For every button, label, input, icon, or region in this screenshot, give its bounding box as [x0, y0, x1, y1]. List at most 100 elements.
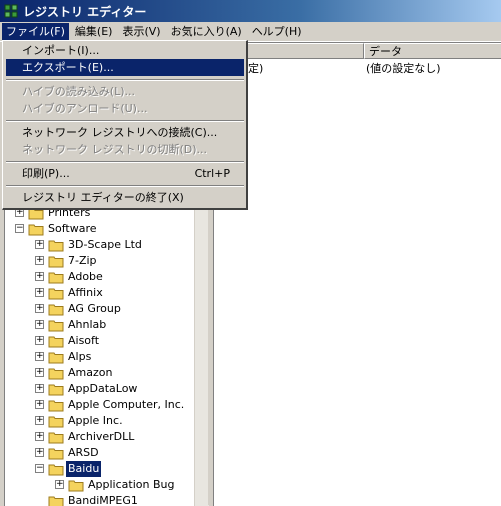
- value-list[interactable]: データ 定) (値の設定なし): [213, 42, 501, 506]
- window-title: レジストリ エディター: [23, 4, 147, 19]
- tree-node[interactable]: + AG Group: [5, 301, 195, 317]
- collapse-icon[interactable]: −: [15, 224, 24, 233]
- menu-favorites[interactable]: お気に入り(A): [167, 23, 246, 40]
- folder-icon: [48, 239, 64, 252]
- tree-node-label: Ahnlab: [68, 318, 107, 331]
- tree-node[interactable]: + Affinix: [5, 285, 195, 301]
- tree-node[interactable]: BandiMPEG1: [5, 493, 195, 506]
- folder-icon: [68, 479, 84, 492]
- list-header: データ: [214, 43, 501, 59]
- expand-icon[interactable]: +: [35, 384, 44, 393]
- menu-separator: [6, 120, 244, 122]
- print-shortcut: Ctrl+P: [194, 167, 230, 180]
- list-row[interactable]: 定) (値の設定なし): [214, 61, 501, 77]
- tree-node[interactable]: + Apple Computer, Inc.: [5, 397, 195, 413]
- menu-separator: [6, 79, 244, 81]
- menu-edit[interactable]: 編集(E): [71, 23, 117, 40]
- folder-open-icon: [28, 223, 44, 236]
- tree-node-label: Software: [48, 222, 97, 235]
- tree-node[interactable]: +3D-Scape Ltd: [5, 237, 195, 253]
- expand-icon[interactable]: +: [35, 256, 44, 265]
- expand-icon[interactable]: +: [35, 448, 44, 457]
- tree-node[interactable]: + Alps: [5, 349, 195, 365]
- menu-item-exit[interactable]: レジストリ エディターの終了(X): [6, 189, 244, 206]
- tree-node-label: AppDataLow: [68, 382, 138, 395]
- expand-icon[interactable]: +: [35, 272, 44, 281]
- regedit-icon: [4, 4, 18, 18]
- tree-node-label: Application Bug: [88, 478, 175, 491]
- expand-icon[interactable]: +: [55, 480, 64, 489]
- collapse-icon[interactable]: −: [35, 464, 44, 473]
- folder-icon: [48, 367, 64, 380]
- tree-node[interactable]: + Application Bug: [5, 477, 195, 493]
- expand-icon[interactable]: +: [35, 304, 44, 313]
- folder-icon: [48, 495, 64, 506]
- menu-item-disconnect-network-registry[interactable]: ネットワーク レジストリの切断(D)...: [6, 141, 244, 158]
- tree-node-label: Amazon: [68, 366, 113, 379]
- folder-icon: [48, 351, 64, 364]
- title-bar[interactable]: レジストリ エディター: [0, 0, 501, 22]
- expand-icon[interactable]: +: [35, 320, 44, 329]
- menu-item-export[interactable]: エクスポート(E)...: [6, 59, 244, 76]
- tree-node[interactable]: + Adobe: [5, 269, 195, 285]
- menu-item-import[interactable]: インポート(I)...: [6, 42, 244, 59]
- folder-icon: [48, 335, 64, 348]
- folder-icon: [48, 383, 64, 396]
- tree-node[interactable]: + Ahnlab: [5, 317, 195, 333]
- menu-view[interactable]: 表示(V): [118, 23, 164, 40]
- expand-icon[interactable]: +: [35, 288, 44, 297]
- tree-node[interactable]: + Aisoft: [5, 333, 195, 349]
- menu-item-connect-network-registry[interactable]: ネットワーク レジストリへの接続(C)...: [6, 124, 244, 141]
- tree-node-label: Aisoft: [68, 334, 100, 347]
- column-data-header[interactable]: データ: [364, 43, 501, 59]
- folder-icon: [48, 399, 64, 412]
- tree-node-label: Adobe: [68, 270, 103, 283]
- expand-icon[interactable]: +: [35, 368, 44, 377]
- expand-icon[interactable]: +: [35, 240, 44, 249]
- tree-node[interactable]: − Baidu: [5, 460, 195, 478]
- tree-node-label: Baidu: [64, 460, 103, 478]
- tree-node[interactable]: + ArchiverDLL: [5, 429, 195, 445]
- tree-node-label: AG Group: [68, 302, 121, 315]
- menu-item-load-hive[interactable]: ハイブの読み込み(L)...: [6, 83, 244, 100]
- menu-item-print[interactable]: 印刷(P)... Ctrl+P: [6, 165, 244, 182]
- menu-help[interactable]: ヘルプ(H): [248, 23, 306, 40]
- folder-icon: [48, 431, 64, 444]
- folder-icon: [48, 271, 64, 284]
- folder-icon: [48, 319, 64, 332]
- menu-bar: ファイル(F) 編集(E) 表示(V) お気に入り(A) ヘルプ(H): [0, 22, 501, 42]
- tree-node-label: ArchiverDLL: [68, 430, 135, 443]
- folder-icon: [48, 447, 64, 460]
- value-type-cell: 定): [248, 62, 264, 75]
- menu-separator: [6, 161, 244, 163]
- tree-node-label: ARSD: [68, 446, 99, 459]
- tree-node-label: BandiMPEG1: [68, 494, 138, 506]
- tree-node[interactable]: +7-Zip: [5, 253, 195, 269]
- menu-separator: [6, 185, 244, 187]
- menu-item-unload-hive[interactable]: ハイブのアンロード(U)...: [6, 100, 244, 117]
- tree-node-label: Apple Computer, Inc.: [68, 398, 185, 411]
- folder-open-icon: [48, 463, 64, 476]
- folder-icon: [48, 303, 64, 316]
- tree-node[interactable]: + Amazon: [5, 365, 195, 381]
- expand-icon[interactable]: +: [35, 352, 44, 361]
- expand-icon[interactable]: +: [35, 416, 44, 425]
- folder-icon: [48, 255, 64, 268]
- expand-icon[interactable]: +: [35, 432, 44, 441]
- value-data-cell: (値の設定なし): [366, 62, 441, 75]
- tree-node-label: Alps: [68, 350, 92, 363]
- folder-icon: [48, 287, 64, 300]
- menu-file[interactable]: ファイル(F): [2, 23, 69, 40]
- folder-icon: [48, 415, 64, 428]
- file-menu-dropdown: インポート(I)... エクスポート(E)... ハイブの読み込み(L)... …: [2, 40, 248, 210]
- tree-node[interactable]: − Software: [5, 221, 195, 237]
- tree-node[interactable]: + ARSD: [5, 445, 195, 461]
- tree-node[interactable]: + Apple Inc.: [5, 413, 195, 429]
- tree-node[interactable]: + AppDataLow: [5, 381, 195, 397]
- tree-node-label: Apple Inc.: [68, 414, 123, 427]
- tree-node-label: Affinix: [68, 286, 103, 299]
- tree-node-label: 3D-Scape Ltd: [68, 238, 142, 251]
- tree-node-label: 7-Zip: [68, 254, 97, 267]
- expand-icon[interactable]: +: [35, 400, 44, 409]
- expand-icon[interactable]: +: [35, 336, 44, 345]
